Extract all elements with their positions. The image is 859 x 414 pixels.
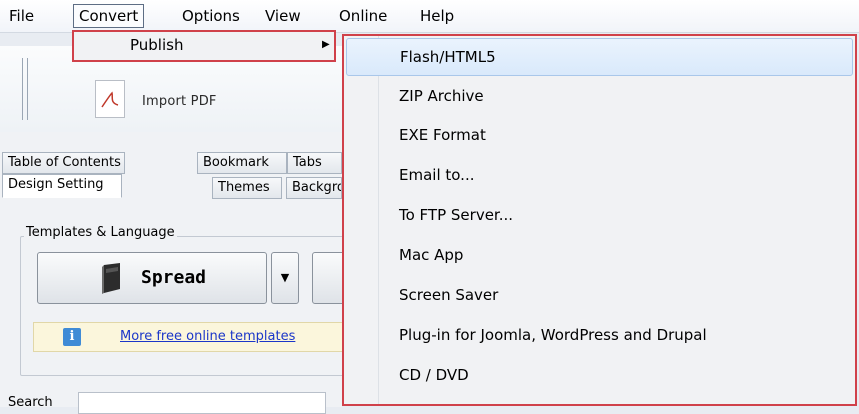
publish-submenu: Flash/HTML5 ZIP Archive EXE Format Email… <box>342 34 857 406</box>
menu-item-mac-app[interactable]: Mac App <box>346 236 853 274</box>
search-label: Search <box>8 395 53 410</box>
tab-bookmark[interactable]: Bookmark <box>197 152 287 174</box>
tab-themes[interactable]: Themes <box>212 177 282 199</box>
menu-item-plugin[interactable]: Plug-in for Joomla, WordPress and Drupal <box>346 316 853 354</box>
chevron-down-icon: ▼ <box>280 271 290 284</box>
menu-item-email[interactable]: Email to... <box>346 156 853 194</box>
import-pdf-label[interactable]: Import PDF <box>142 94 217 109</box>
menu-item-screen-saver[interactable]: Screen Saver <box>346 276 853 314</box>
menu-help[interactable]: Help <box>415 4 459 28</box>
menu-convert[interactable]: Convert <box>73 4 145 28</box>
import-pdf-icon[interactable] <box>95 80 125 118</box>
menu-item-zip-archive[interactable]: ZIP Archive <box>346 77 853 115</box>
menu-item-flash-html5[interactable]: Flash/HTML5 <box>346 38 853 76</box>
menu-item-cd-dvd[interactable]: CD / DVD <box>346 356 853 394</box>
search-input[interactable] <box>78 392 326 414</box>
book-icon <box>102 263 120 294</box>
tab-tabs[interactable]: Tabs <box>287 152 342 174</box>
info-icon: i <box>63 328 81 346</box>
template-spread-button[interactable]: Spread <box>37 252 267 304</box>
toolbar-grip[interactable] <box>22 58 23 120</box>
menu-view[interactable]: View <box>260 4 306 28</box>
menu-options[interactable]: Options <box>177 4 245 28</box>
toolbar-grip-line <box>27 58 28 120</box>
tab-design-setting[interactable]: Design Setting <box>2 174 122 198</box>
tab-table-of-contents[interactable]: Table of Contents <box>2 152 125 174</box>
menu-file[interactable]: File <box>4 4 39 28</box>
templates-group-title: Templates & Language <box>24 225 177 240</box>
template-name: Spread <box>141 267 207 288</box>
publish-menu-item[interactable]: Publish ▶ <box>72 30 336 62</box>
menu-item-exe-format[interactable]: EXE Format <box>346 116 853 154</box>
menu-bar: File Convert Options View Online Help <box>0 0 859 33</box>
menu-online[interactable]: Online <box>334 4 392 28</box>
chevron-right-icon: ▶ <box>322 39 330 50</box>
info-bar: i More free online templates <box>33 322 353 352</box>
template-dropdown-button[interactable]: ▼ <box>271 252 299 304</box>
more-templates-link[interactable]: More free online templates <box>120 329 295 344</box>
menu-item-ftp-server[interactable]: To FTP Server... <box>346 196 853 234</box>
publish-label: Publish <box>130 36 184 54</box>
tab-background[interactable]: Background <box>286 177 342 199</box>
